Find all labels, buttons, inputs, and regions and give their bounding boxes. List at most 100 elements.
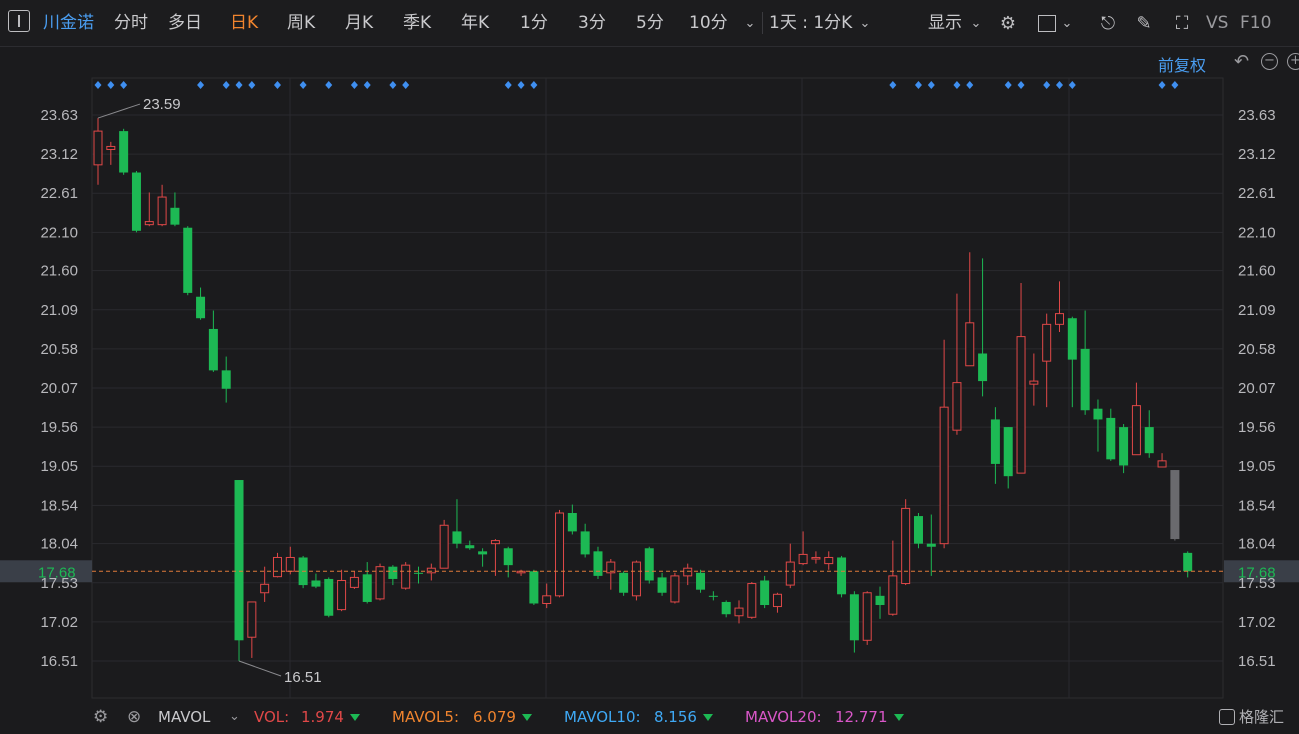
candle[interactable] bbox=[939, 339, 949, 549]
candle[interactable] bbox=[734, 600, 744, 624]
reset-icon[interactable]: ↶ bbox=[1233, 53, 1250, 71]
candle[interactable] bbox=[862, 591, 872, 645]
candle[interactable] bbox=[234, 480, 244, 661]
event-marker[interactable] bbox=[1056, 81, 1063, 89]
candle[interactable] bbox=[747, 582, 757, 619]
candle[interactable] bbox=[913, 512, 923, 549]
sidebar-toggle-icon[interactable] bbox=[8, 10, 30, 32]
event-marker[interactable] bbox=[94, 81, 102, 89]
candle[interactable] bbox=[247, 601, 257, 658]
candle[interactable] bbox=[990, 407, 1000, 484]
kline-chart[interactable]: 17.68 17.6823.5916.51 23.63 23.6323.12 23.1… bbox=[0, 0, 1299, 732]
candle[interactable] bbox=[221, 356, 231, 403]
candle[interactable] bbox=[119, 128, 129, 175]
candle[interactable] bbox=[337, 569, 347, 612]
candle[interactable] bbox=[1093, 399, 1103, 452]
candle[interactable] bbox=[529, 569, 539, 606]
candle[interactable] bbox=[183, 226, 193, 296]
tab-5min[interactable]: 5分 bbox=[636, 0, 664, 46]
tab-10min[interactable]: 10分 bbox=[689, 0, 728, 46]
candle[interactable] bbox=[106, 141, 116, 165]
candle[interactable] bbox=[1144, 410, 1154, 458]
candle[interactable] bbox=[1157, 453, 1167, 468]
candle[interactable] bbox=[721, 600, 731, 618]
candle[interactable] bbox=[1080, 310, 1090, 415]
candle[interactable] bbox=[426, 563, 436, 581]
event-marker[interactable] bbox=[350, 81, 358, 89]
tab-intraday[interactable]: 分时 bbox=[114, 0, 148, 46]
close-icon[interactable]: ⊗ bbox=[127, 700, 141, 732]
event-marker[interactable] bbox=[1068, 81, 1076, 89]
event-marker[interactable] bbox=[1004, 81, 1012, 89]
display-menu[interactable]: 显示 bbox=[928, 0, 962, 46]
candle[interactable] bbox=[272, 552, 282, 578]
candle[interactable] bbox=[1055, 281, 1064, 333]
event-marker[interactable] bbox=[1017, 81, 1025, 89]
zoom-out-icon[interactable]: − bbox=[1261, 53, 1278, 70]
candle[interactable] bbox=[580, 523, 590, 558]
tab-weekly-k[interactable]: 周K bbox=[287, 0, 315, 46]
gear-icon[interactable]: ⚙ bbox=[93, 700, 108, 732]
event-marker[interactable] bbox=[927, 81, 935, 89]
event-marker[interactable] bbox=[197, 81, 205, 89]
candle[interactable] bbox=[760, 575, 770, 609]
candle[interactable] bbox=[298, 555, 308, 589]
candle[interactable] bbox=[260, 566, 270, 602]
candle[interactable] bbox=[849, 591, 859, 653]
candle[interactable] bbox=[926, 514, 936, 576]
candle[interactable] bbox=[465, 540, 475, 550]
event-marker[interactable] bbox=[1158, 81, 1166, 89]
candle[interactable] bbox=[631, 560, 641, 601]
candle[interactable] bbox=[503, 546, 513, 578]
chevron-down-icon[interactable]: ⌄ bbox=[967, 0, 985, 46]
adjust-mode-label[interactable]: 前复权 bbox=[1158, 52, 1206, 76]
candle[interactable] bbox=[516, 569, 526, 576]
tab-daily-k[interactable]: 日K bbox=[230, 0, 258, 46]
candle[interactable] bbox=[657, 572, 667, 596]
candle[interactable] bbox=[888, 540, 898, 616]
candle[interactable] bbox=[606, 559, 616, 590]
candle[interactable] bbox=[811, 551, 821, 564]
candle[interactable] bbox=[1016, 282, 1026, 474]
candle[interactable] bbox=[1042, 313, 1052, 408]
event-marker[interactable] bbox=[889, 81, 897, 89]
candle[interactable] bbox=[349, 571, 359, 589]
candle[interactable] bbox=[285, 546, 295, 575]
candle[interactable] bbox=[619, 571, 629, 596]
candle[interactable] bbox=[567, 504, 577, 535]
candle[interactable] bbox=[683, 563, 693, 586]
chevron-down-icon[interactable]: ⌄ bbox=[229, 700, 240, 732]
event-marker[interactable] bbox=[1043, 81, 1051, 89]
candle[interactable] bbox=[490, 539, 500, 576]
candle[interactable] bbox=[978, 258, 988, 397]
tab-3min[interactable]: 3分 bbox=[578, 0, 606, 46]
event-marker[interactable] bbox=[966, 81, 974, 89]
event-marker[interactable] bbox=[389, 81, 397, 89]
candle[interactable] bbox=[388, 565, 398, 586]
stock-name[interactable]: 川金诺 bbox=[43, 0, 94, 46]
camera-icon[interactable]: ⎋ bbox=[1094, 0, 1122, 46]
event-marker[interactable] bbox=[248, 81, 256, 89]
candle[interactable] bbox=[1106, 408, 1116, 461]
event-marker[interactable] bbox=[107, 81, 115, 89]
candle[interactable] bbox=[824, 551, 834, 570]
f10-button[interactable]: F10 bbox=[1240, 0, 1271, 46]
candle[interactable] bbox=[131, 170, 141, 233]
custom-period-select[interactable]: 1天 : 1分K bbox=[769, 0, 852, 46]
fullscreen-icon[interactable]: ⛶ bbox=[1168, 0, 1196, 46]
candle[interactable] bbox=[311, 573, 321, 589]
candle[interactable] bbox=[196, 287, 206, 320]
candle[interactable] bbox=[798, 531, 808, 566]
gear-icon[interactable]: ⚙ bbox=[994, 0, 1022, 46]
candle[interactable] bbox=[1183, 551, 1193, 578]
chevron-down-icon[interactable]: ⌄ bbox=[741, 0, 759, 46]
candle[interactable] bbox=[785, 543, 795, 589]
candle[interactable] bbox=[1003, 427, 1013, 489]
event-marker[interactable] bbox=[235, 81, 243, 89]
tab-yearly-k[interactable]: 年K bbox=[461, 0, 489, 46]
event-marker[interactable] bbox=[325, 81, 333, 89]
candle[interactable] bbox=[875, 586, 885, 619]
candle[interactable] bbox=[644, 546, 654, 584]
candle[interactable] bbox=[414, 566, 423, 584]
candle[interactable] bbox=[542, 583, 552, 609]
